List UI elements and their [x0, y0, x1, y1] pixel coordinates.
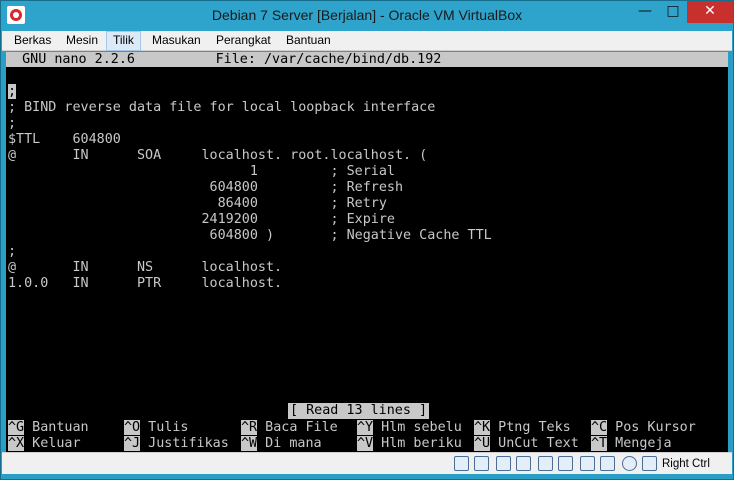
- status-bar: Right Ctrl: [2, 452, 732, 474]
- editor-line: 1.0.0 IN PTR localhost.: [8, 276, 283, 291]
- shortcut-key: ^Y: [357, 420, 374, 435]
- shortcut-key: ^X: [8, 436, 25, 451]
- shortcut-key: ^T: [591, 436, 608, 451]
- video-capture-icon[interactable]: [580, 456, 595, 471]
- shortcut-label: Hlm sebelu: [373, 420, 462, 435]
- menu-berkas[interactable]: Berkas: [8, 31, 57, 51]
- shortcut-label: Baca File: [257, 420, 338, 435]
- shortcut-key: ^U: [474, 436, 491, 451]
- hard-disk-icon[interactable]: [454, 456, 469, 471]
- shortcut-cursor-pos: ^C Pos Kursor: [591, 420, 696, 436]
- shortcut-prev-page: ^Y Hlm sebelu: [357, 420, 462, 436]
- shortcut-read-file: ^R Baca File: [241, 420, 338, 436]
- menu-bantuan[interactable]: Bantuan: [280, 31, 337, 51]
- menu-tilik[interactable]: Tilik: [106, 31, 141, 51]
- text-cursor: ;: [8, 84, 17, 99]
- editor-line: 1 ; Serial: [8, 164, 395, 179]
- shortcut-cut-text: ^K Ptng Teks: [474, 420, 571, 436]
- menu-perangkat[interactable]: Perangkat: [210, 31, 277, 51]
- virtualbox-window: Debian 7 Server [Berjalan] - Oracle VM V…: [0, 0, 734, 480]
- menu-bar: Berkas Mesin Tilik Masukan Perangkat Ban…: [2, 31, 732, 51]
- editor-line: 604800 ) ; Negative Cache TTL: [8, 228, 492, 243]
- shortcut-spell: ^T Mengeja: [591, 436, 672, 452]
- shortcut-key: ^V: [357, 436, 374, 451]
- shortcut-key: ^C: [591, 420, 608, 435]
- network-icon[interactable]: [622, 456, 637, 471]
- shortcut-label: Hlm beriku: [373, 436, 462, 451]
- usb-icon[interactable]: [496, 456, 511, 471]
- shortcut-label: Mengeja: [607, 436, 672, 451]
- shortcut-key: ^R: [241, 420, 258, 435]
- shortcut-key: ^J: [124, 436, 141, 451]
- shortcut-label: Keluar: [24, 436, 81, 451]
- shortcut-justify: ^J Justifikas: [124, 436, 229, 452]
- menu-masukan[interactable]: Masukan: [146, 31, 207, 51]
- editor-cursor-line: ;: [8, 84, 17, 100]
- cpu-icon[interactable]: [600, 456, 615, 471]
- shortcut-uncut-text: ^U UnCut Text: [474, 436, 579, 452]
- display-icon[interactable]: [558, 456, 573, 471]
- editor-line: ;: [8, 116, 17, 131]
- editor-line: 604800 ; Refresh: [8, 180, 404, 195]
- menu-mesin[interactable]: Mesin: [60, 31, 104, 51]
- shortcut-write: ^O Tulis: [124, 420, 189, 436]
- optical-drive-icon[interactable]: [474, 456, 489, 471]
- shortcut-help: ^G Bantuan: [8, 420, 89, 436]
- editor-line: @ IN SOA localhost. root.localhost. (: [8, 148, 428, 163]
- pen-icon[interactable]: [516, 456, 531, 471]
- shortcut-exit: ^X Keluar: [8, 436, 81, 452]
- shortcut-next-page: ^V Hlm beriku: [357, 436, 462, 452]
- vm-console[interactable]: GNU nano 2.2.6 File: /var/cache/bind/db.…: [6, 52, 728, 452]
- mouse-integration-icon[interactable]: [642, 456, 657, 471]
- shortcut-key: ^W: [241, 436, 258, 451]
- nano-header: GNU nano 2.2.6 File: /var/cache/bind/db.…: [6, 52, 728, 67]
- shortcut-label: UnCut Text: [490, 436, 579, 451]
- minimize-button[interactable]: —: [631, 1, 659, 23]
- shortcut-where-is: ^W Di mana: [241, 436, 322, 452]
- shortcut-key: ^K: [474, 420, 491, 435]
- shortcut-key: ^G: [8, 420, 25, 435]
- editor-line: ; BIND reverse data file for local loopb…: [8, 100, 436, 115]
- editor-line: 86400 ; Retry: [8, 196, 387, 211]
- editor-line: ;: [8, 244, 17, 259]
- shared-folders-icon[interactable]: [538, 456, 553, 471]
- close-button[interactable]: ✕: [687, 1, 733, 23]
- shortcut-key: ^O: [124, 420, 141, 435]
- host-key-label: Right Ctrl: [662, 458, 710, 470]
- editor-line: 2419200 ; Expire: [8, 212, 395, 227]
- editor-line: @ IN NS localhost.: [8, 260, 283, 275]
- shortcut-label: Ptng Teks: [490, 420, 571, 435]
- editor-line: $TTL 604800: [8, 132, 121, 147]
- shortcut-label: Di mana: [257, 436, 322, 451]
- title-bar[interactable]: Debian 7 Server [Berjalan] - Oracle VM V…: [1, 1, 733, 31]
- shortcut-label: Pos Kursor: [607, 420, 696, 435]
- shortcut-label: Bantuan: [24, 420, 89, 435]
- window-title: Debian 7 Server [Berjalan] - Oracle VM V…: [211, 7, 523, 23]
- nano-status-message: [ Read 13 lines ]: [288, 403, 430, 419]
- maximize-button[interactable]: □: [659, 1, 687, 23]
- shortcut-label: Justifikas: [140, 436, 229, 451]
- shortcut-label: Tulis: [140, 420, 189, 435]
